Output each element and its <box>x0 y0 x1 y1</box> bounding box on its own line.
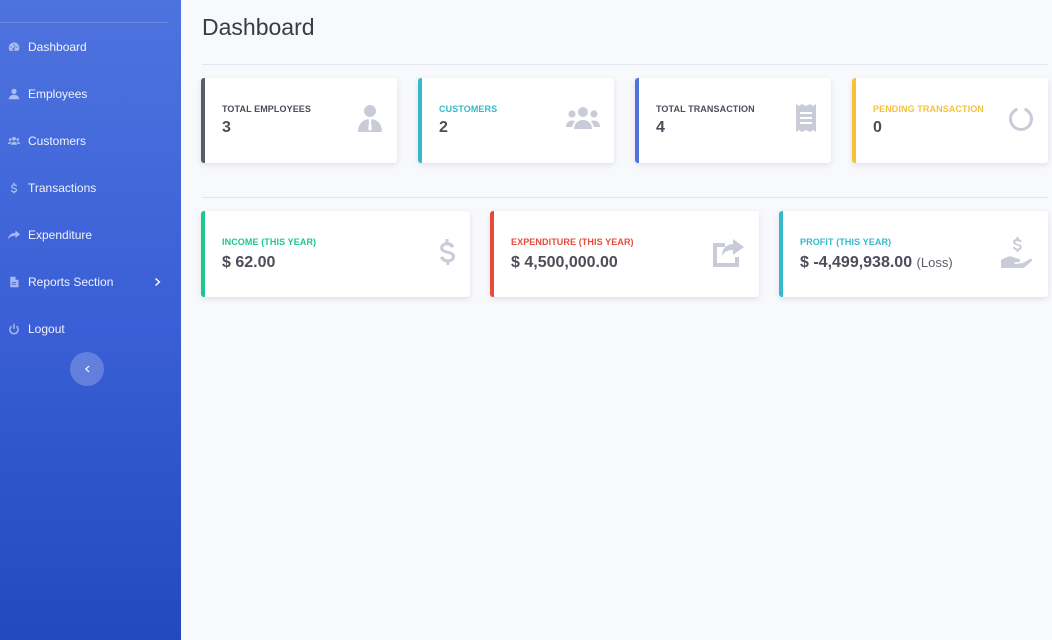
profit-note: (Loss) <box>916 255 953 270</box>
sidebar-item-label: Reports Section <box>28 275 114 289</box>
sidebar-item-label: Dashboard <box>28 40 87 54</box>
sidebar-item-reports-section[interactable]: Reports Section <box>0 267 181 297</box>
card-value: 3 <box>222 119 231 136</box>
sidebar-item-customers[interactable]: Customers <box>0 126 181 156</box>
users-icon <box>7 134 21 148</box>
card-value: $ 4,500,000.00 <box>511 254 618 271</box>
circle-notch-icon <box>1007 105 1035 138</box>
card-label: PENDING TRANSACTION <box>873 104 984 114</box>
sidebar-divider <box>0 22 168 23</box>
stat-card-total-transaction: TOTAL TRANSACTION 4 <box>635 78 831 163</box>
sidebar-item-employees[interactable]: Employees <box>0 79 181 109</box>
power-icon <box>7 322 21 336</box>
divider <box>202 64 1048 65</box>
share-square-icon <box>713 239 745 272</box>
sidebar-item-expenditure[interactable]: Expenditure <box>0 220 181 250</box>
card-value: 4 <box>656 119 665 136</box>
receipt-icon <box>796 104 816 137</box>
card-label: INCOME (THIS YEAR) <box>222 237 317 247</box>
sidebar-toggle-button[interactable] <box>70 352 104 386</box>
chevron-left-icon <box>83 365 91 373</box>
profit-amount: $ -4,499,938.00 <box>800 254 913 271</box>
stat-card-customers: CUSTOMERS 2 <box>418 78 614 163</box>
page-title: Dashboard <box>202 14 315 40</box>
card-value: $ 62.00 <box>222 254 276 271</box>
card-label: PROFIT (THIS YEAR) <box>800 237 892 247</box>
chevron-right-icon <box>153 276 165 288</box>
users-icon <box>566 106 600 135</box>
sidebar-item-label: Expenditure <box>28 228 93 242</box>
sidebar-item-dashboard[interactable]: Dashboard <box>0 32 181 62</box>
card-value: 0 <box>873 119 882 136</box>
sidebar-item-transactions[interactable]: Transactions <box>0 173 181 203</box>
finance-card-expenditure: EXPENDITURE (THIS YEAR) $ 4,500,000.00 <box>490 211 759 297</box>
card-label: TOTAL EMPLOYEES <box>222 104 312 114</box>
finance-card-income: INCOME (THIS YEAR) $ 62.00 <box>201 211 470 297</box>
card-label: EXPENDITURE (THIS YEAR) <box>511 237 634 247</box>
hand-holding-usd-icon <box>1001 237 1035 274</box>
sidebar-item-logout[interactable]: Logout <box>0 314 181 344</box>
dollar-icon <box>438 239 456 274</box>
tachometer-icon <box>7 40 21 54</box>
sidebar-item-label: Employees <box>28 87 88 101</box>
sidebar-item-label: Logout <box>28 322 65 336</box>
finance-card-profit: PROFIT (THIS YEAR) $ -4,499,938.00 (Loss… <box>779 211 1048 297</box>
stat-card-pending-transaction: PENDING TRANSACTION 0 <box>852 78 1048 163</box>
card-value: $ -4,499,938.00 (Loss) <box>800 254 953 272</box>
card-label: TOTAL TRANSACTION <box>656 104 755 114</box>
dollar-icon <box>7 181 21 195</box>
user-icon <box>7 87 21 101</box>
card-value: 2 <box>439 119 448 136</box>
user-tie-icon <box>357 104 383 137</box>
sidebar-item-label: Transactions <box>28 181 97 195</box>
stat-card-total-employees: TOTAL EMPLOYEES 3 <box>201 78 397 163</box>
card-label: CUSTOMERS <box>439 104 498 114</box>
divider <box>202 197 1048 198</box>
share-icon <box>7 228 21 242</box>
sidebar: Dashboard Employees Customers Transactio… <box>0 0 181 640</box>
file-icon <box>7 275 21 289</box>
sidebar-item-label: Customers <box>28 134 87 148</box>
